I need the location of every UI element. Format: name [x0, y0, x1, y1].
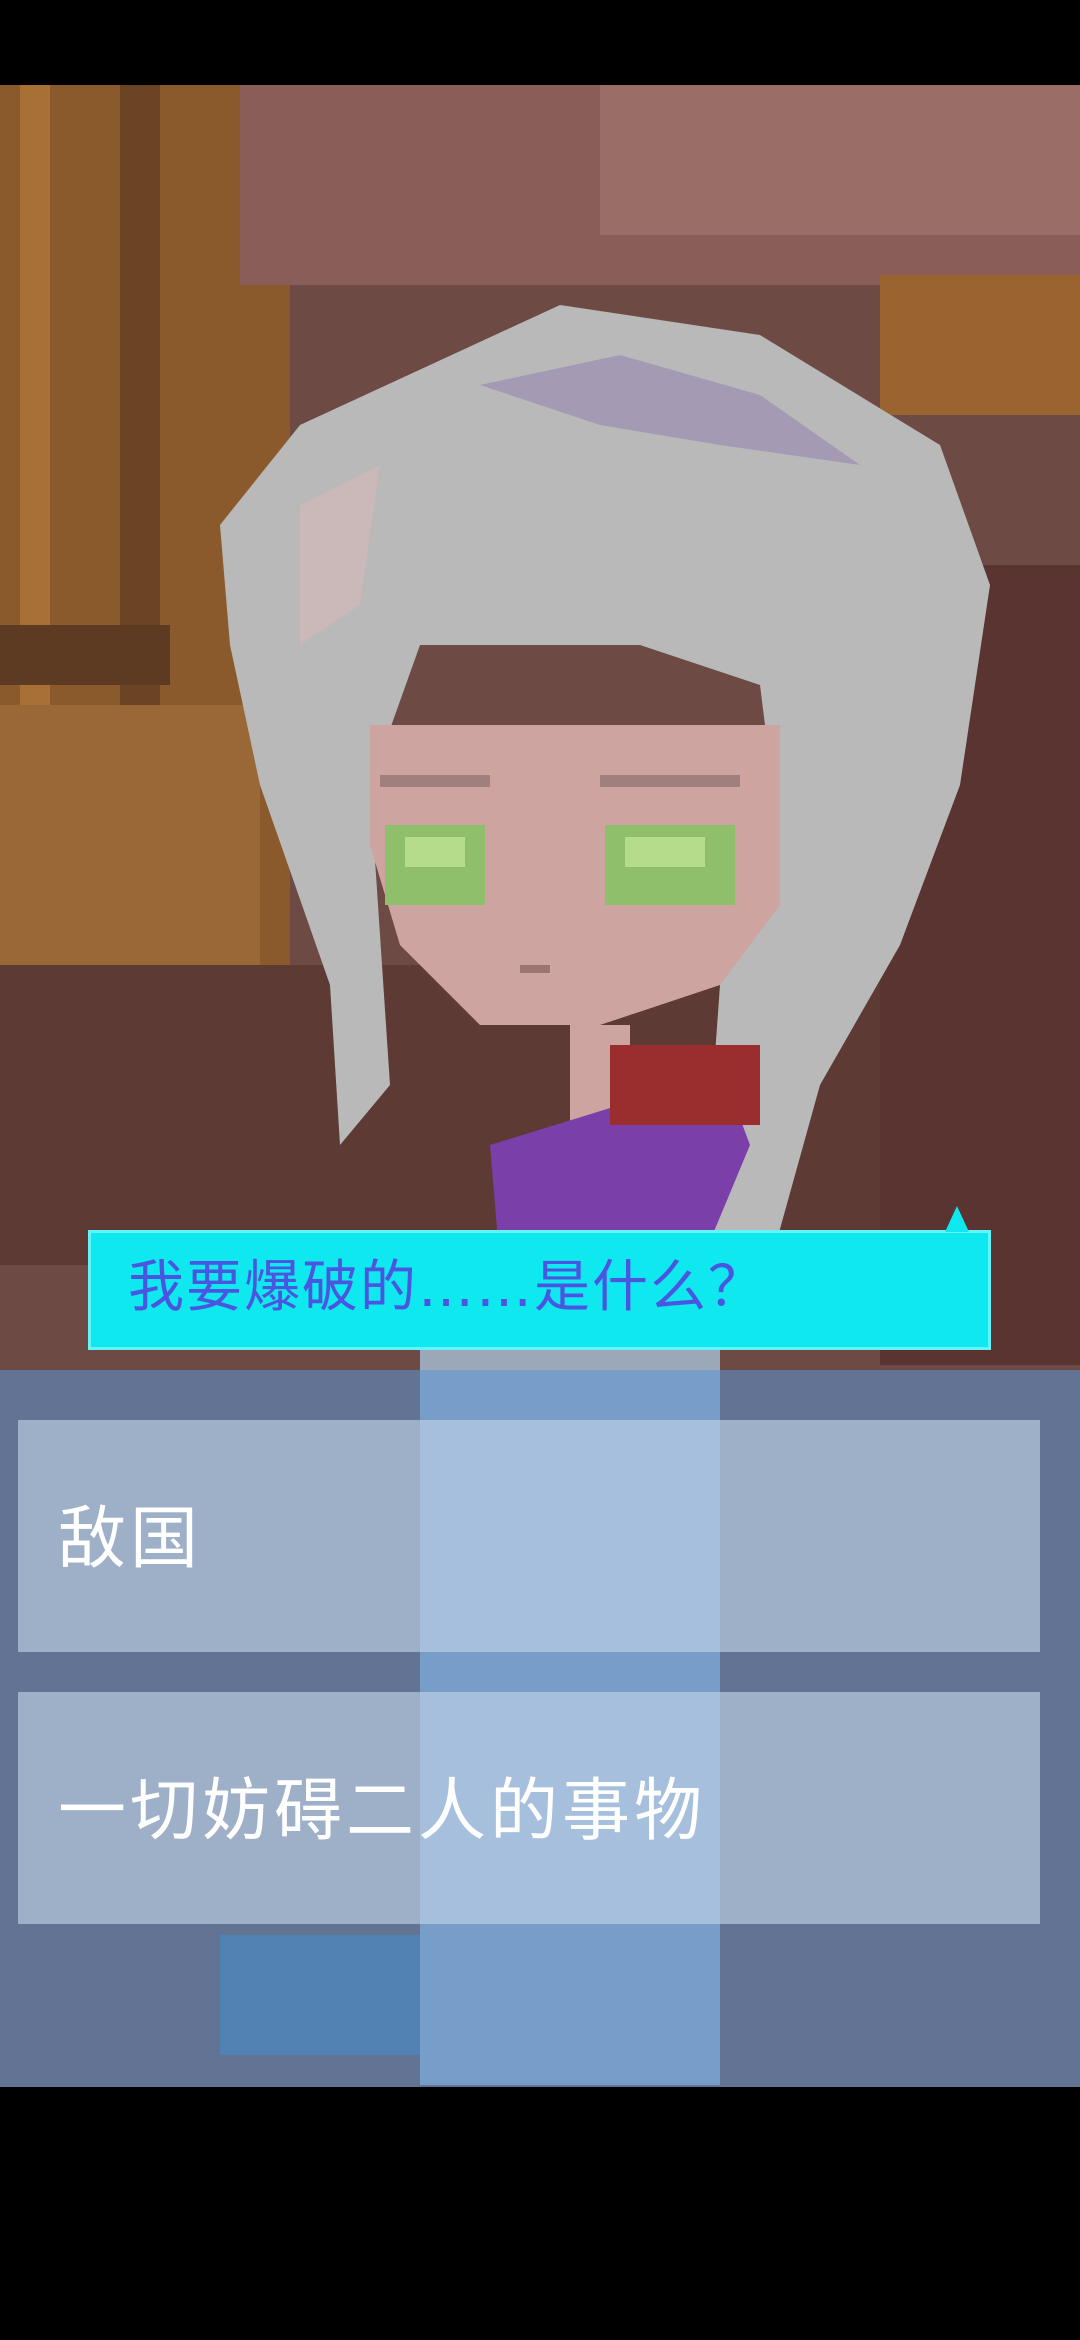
choice-option-all-obstacles[interactable]: 一切妨碍二人的事物	[18, 1692, 1040, 1924]
choice-panel: 敌国 一切妨碍二人的事物	[0, 1370, 1080, 2087]
choice-option-enemy-nation[interactable]: 敌国	[18, 1420, 1040, 1652]
scene-illustration: 我要爆破的……是什么？ 敌国 一切妨碍二人的事物	[0, 85, 1080, 2087]
game-screen: 我要爆破的……是什么？ 敌国 一切妨碍二人的事物	[0, 0, 1080, 2340]
bubble-tail	[945, 1206, 969, 1232]
choice-label: 敌国	[58, 1500, 203, 1579]
dialogue-bubble: 我要爆破的……是什么？	[88, 1206, 991, 1350]
dialogue-text: 我要爆破的……是什么？	[128, 1255, 766, 1320]
choice-label: 一切妨碍二人的事物	[58, 1772, 707, 1851]
